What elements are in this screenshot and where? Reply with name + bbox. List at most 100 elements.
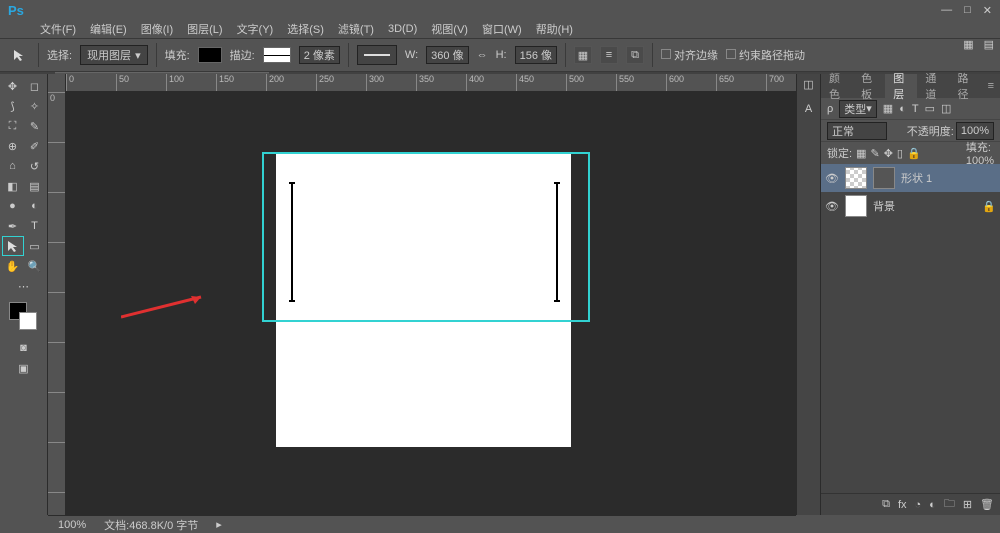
tab-paths[interactable]: 路径	[949, 74, 981, 98]
more-tools[interactable]: ⋯	[13, 276, 35, 296]
constrain-path-checkbox[interactable]: 约束路径拖动	[726, 47, 805, 63]
path-ops-icon[interactable]: ▦	[574, 46, 592, 64]
fx-icon[interactable]: fx	[898, 499, 907, 511]
stamp-tool[interactable]: ⌂	[2, 156, 24, 176]
blur-tool[interactable]: ●	[2, 196, 24, 216]
filter-rho-icon[interactable]: ρ	[827, 103, 833, 115]
adjustment-icon[interactable]: ◐	[929, 499, 936, 511]
dodge-tool[interactable]: ◐	[24, 196, 46, 216]
screenmode-tool[interactable]: ▣	[13, 358, 35, 378]
stroke-style-dropdown[interactable]	[357, 45, 397, 65]
selection-bounds[interactable]	[262, 152, 590, 322]
healing-tool[interactable]: ⊕	[2, 136, 24, 156]
link-wh-icon[interactable]: ⇔	[477, 49, 488, 61]
align-edges-checkbox[interactable]: 对齐边缘	[661, 47, 718, 63]
visibility-icon[interactable]: 👁	[825, 172, 839, 185]
lock-nest-icon[interactable]: ▯	[897, 147, 903, 160]
menu-3d[interactable]: 3D(D)	[388, 23, 417, 35]
path-selection-tool[interactable]	[2, 236, 24, 256]
shape-path-right[interactable]	[556, 182, 558, 302]
maximize-button[interactable]: □	[964, 4, 971, 17]
toolbox: ✥◻ ⟆✧ ⛶✎ ⊕✐ ⌂↺ ◧▤ ●◐ ✒T ▭ ✋🔍 ⋯ ◙ ▣	[0, 74, 48, 515]
opacity-input[interactable]: 100%	[956, 122, 994, 140]
marquee-tool[interactable]: ◻	[24, 76, 46, 96]
background-color[interactable]	[19, 312, 37, 330]
menu-layer[interactable]: 图层(L)	[187, 21, 222, 37]
shape-tool[interactable]: ▭	[24, 236, 46, 256]
width-input[interactable]: 360 像	[426, 46, 468, 64]
pen-tool[interactable]: ✒	[2, 216, 24, 236]
brush-tool[interactable]: ✐	[24, 136, 46, 156]
crop-tool[interactable]: ⛶	[2, 116, 24, 136]
select-dropdown[interactable]: 现用图层▾	[80, 45, 148, 65]
layer-item[interactable]: 👁 形状 1	[821, 164, 1000, 192]
menu-view[interactable]: 视图(V)	[431, 21, 468, 37]
hand-tool[interactable]: ✋	[2, 256, 24, 276]
menu-type[interactable]: 文字(Y)	[237, 21, 274, 37]
type-tool[interactable]: T	[24, 216, 46, 236]
blend-mode-dropdown[interactable]: 正常	[827, 122, 887, 140]
canvas[interactable]	[66, 92, 796, 515]
layer-item[interactable]: 👁 背景 🔒	[821, 192, 1000, 220]
arrange-icon[interactable]: ⧉	[626, 46, 644, 64]
mask-icon[interactable]: ◔	[915, 499, 922, 511]
tab-color[interactable]: 颜色	[821, 74, 853, 98]
stroke-swatch[interactable]	[263, 47, 291, 63]
layer-name[interactable]: 背景	[873, 198, 895, 214]
layer-name[interactable]: 形状 1	[901, 170, 932, 186]
panel-icon-swatches[interactable]: ◫	[803, 78, 813, 91]
height-input[interactable]: 156 像	[515, 46, 557, 64]
lock-trans-icon[interactable]: ▦	[856, 147, 866, 160]
magic-wand-tool[interactable]: ✧	[24, 96, 46, 116]
panel-tabs: 颜色 色板 图层 通道 路径 ≡	[821, 74, 1000, 98]
close-button[interactable]: ✕	[983, 4, 992, 17]
menu-edit[interactable]: 编辑(E)	[90, 21, 127, 37]
menu-filter[interactable]: 滤镜(T)	[338, 21, 374, 37]
tab-swatches[interactable]: 色板	[853, 74, 885, 98]
menu-image[interactable]: 图像(I)	[141, 21, 173, 37]
status-bar: 100% 文档:468.8K/0 字节 ▸	[48, 515, 796, 533]
status-chevron-icon[interactable]: ▸	[216, 518, 222, 531]
tab-layers[interactable]: 图层	[885, 74, 917, 98]
tab-channels[interactable]: 通道	[917, 74, 949, 98]
lock-paint-icon[interactable]: ✎	[870, 147, 879, 160]
group-icon[interactable]: 🗀	[944, 495, 955, 514]
zoom-level[interactable]: 100%	[58, 519, 86, 531]
shape-path-left[interactable]	[291, 182, 293, 302]
lasso-tool[interactable]: ⟆	[2, 96, 24, 116]
filter-pixel-icon[interactable]: ▦	[883, 102, 893, 115]
stroke-width-input[interactable]: 2 像素	[299, 46, 340, 64]
zoom-tool[interactable]: 🔍	[24, 256, 46, 276]
filter-smart-icon[interactable]: ◫	[941, 102, 951, 115]
visibility-icon[interactable]: 👁	[825, 200, 839, 213]
gradient-tool[interactable]: ▤	[24, 176, 46, 196]
align-icon[interactable]: ≡	[600, 46, 618, 64]
panel-icon-char[interactable]: A	[805, 103, 812, 115]
minimize-button[interactable]: —	[941, 4, 952, 17]
filter-kind-dropdown[interactable]: 类型▾	[839, 100, 877, 118]
menu-file[interactable]: 文件(F)	[40, 21, 76, 37]
workspace-menu-icon[interactable]: ▤	[984, 38, 994, 51]
filter-adjust-icon[interactable]: ◐	[899, 103, 906, 115]
new-layer-icon[interactable]: ⊞	[963, 498, 972, 511]
move-tool[interactable]: ✥	[2, 76, 24, 96]
eraser-tool[interactable]: ◧	[2, 176, 24, 196]
lock-pos-icon[interactable]: ✥	[884, 147, 893, 160]
collapsed-panels: ◫ A	[796, 74, 820, 515]
delete-layer-icon[interactable]: 🗑	[980, 498, 994, 511]
eyedropper-tool[interactable]: ✎	[24, 116, 46, 136]
menu-select[interactable]: 选择(S)	[287, 21, 324, 37]
filter-type-icon[interactable]: T	[912, 103, 919, 115]
quickmask-tool[interactable]: ◙	[13, 338, 35, 358]
layer-panel-footer: ⧉ fx ◔ ◐ 🗀 ⊞ 🗑	[821, 493, 1000, 515]
filter-shape-icon[interactable]: ▭	[925, 102, 935, 115]
menu-help[interactable]: 帮助(H)	[536, 21, 573, 37]
link-layers-icon[interactable]: ⧉	[882, 498, 890, 511]
fill-swatch[interactable]	[198, 47, 222, 63]
history-brush-tool[interactable]: ↺	[24, 156, 46, 176]
workspace-tile-icon[interactable]: ▦	[963, 38, 973, 51]
color-swatches[interactable]	[7, 300, 41, 334]
menu-window[interactable]: 窗口(W)	[482, 21, 522, 37]
panel-menu-icon[interactable]: ≡	[982, 74, 1000, 98]
lock-all-icon[interactable]: 🔒	[907, 147, 921, 160]
